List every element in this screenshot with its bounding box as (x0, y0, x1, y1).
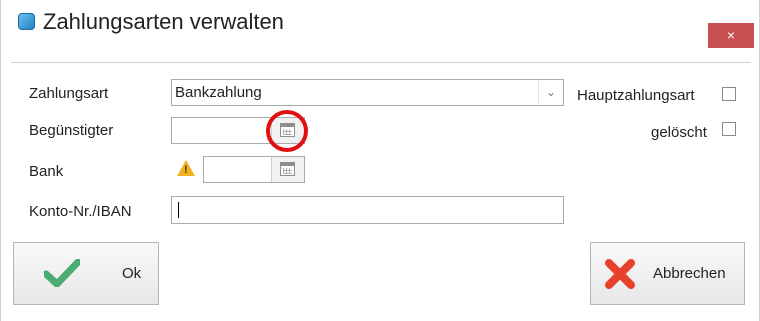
bank-picker-button[interactable] (271, 157, 304, 182)
title-bar: Zahlungsarten verwalten × (1, 0, 759, 48)
zahlungsart-value: Bankzahlung (175, 84, 262, 101)
chevron-down-icon[interactable]: ⌄ (538, 80, 563, 105)
cancel-button[interactable]: Abbrechen (590, 242, 745, 305)
konto-label: Konto-Nr./IBAN (29, 203, 132, 220)
zahlungsart-dropdown[interactable]: Bankzahlung ⌄ (171, 79, 564, 106)
app-icon (18, 13, 35, 30)
hauptzahlungsart-label: Hauptzahlungsart (577, 87, 695, 104)
title-separator (11, 62, 751, 63)
hauptzahlungsart-checkbox[interactable] (722, 87, 736, 101)
window-title: Zahlungsarten verwalten (43, 9, 284, 34)
konto-input[interactable] (171, 196, 564, 224)
close-button[interactable]: × (708, 23, 754, 48)
highlight-circle (266, 110, 308, 152)
cancel-button-label: Abbrechen (653, 265, 726, 282)
checkmark-icon (44, 259, 80, 287)
calendar-icon (280, 162, 295, 176)
zahlungsart-label: Zahlungsart (29, 85, 109, 102)
geloescht-checkbox[interactable] (722, 122, 736, 136)
bank-label: Bank (29, 163, 64, 180)
ok-button-label: Ok (122, 265, 142, 282)
cancel-x-icon (605, 259, 635, 289)
bank-field[interactable] (203, 156, 305, 183)
geloescht-label: gelöscht (651, 124, 707, 141)
ok-button[interactable]: Ok (13, 242, 159, 305)
payment-methods-dialog: Zahlungsarten verwalten × Zahlungsart Ba… (0, 0, 760, 321)
beguenstigter-label: Begünstigter (29, 122, 114, 139)
warning-icon-mark: ! (184, 164, 188, 176)
text-caret (178, 202, 179, 218)
